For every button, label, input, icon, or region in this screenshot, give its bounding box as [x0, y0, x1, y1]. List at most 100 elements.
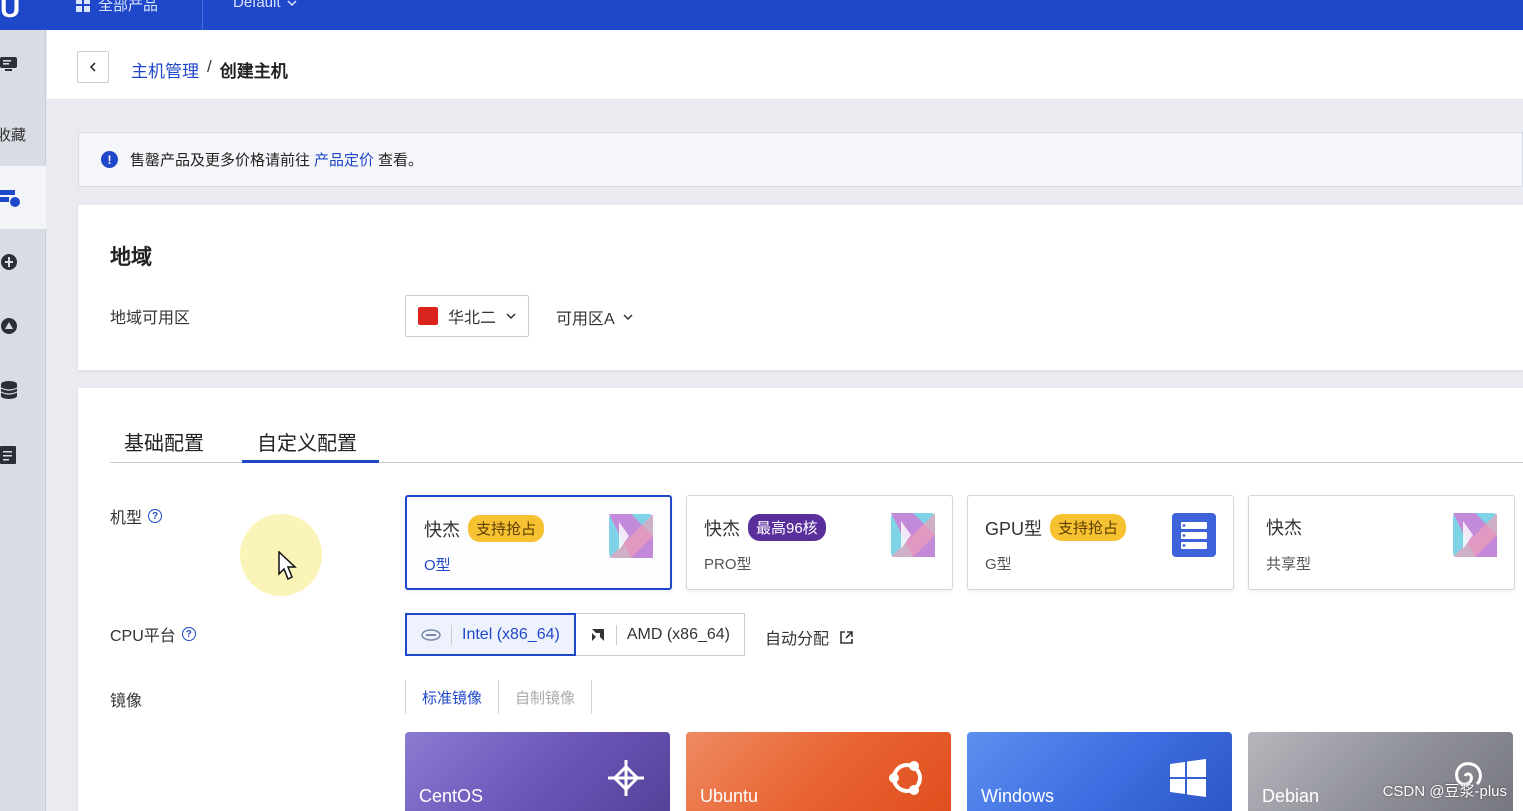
os-name: Debian [1262, 786, 1320, 806]
kuaijie-logo-icon [891, 513, 935, 557]
machine-type-option-gpu[interactable]: GPU型 支持抢占 G型 [967, 495, 1234, 590]
tab-standard-image[interactable]: 标准镜像 [405, 680, 498, 714]
cpu-option-amd[interactable]: AMD (x86_64) [575, 613, 745, 656]
breadcrumb: 主机管理 / 创建主机 [131, 57, 288, 82]
windows-logo-icon [1170, 759, 1206, 797]
notice-suffix: 查看。 [378, 152, 424, 169]
server-cloud-icon [0, 189, 20, 207]
config-tabs: 基础配置 自定义配置 [110, 423, 1523, 463]
watermark: CSDN @豆浆-plus [1382, 783, 1507, 800]
disk-icon [1, 318, 17, 334]
region-value: 华北二 [448, 310, 497, 327]
mouse-cursor-icon [278, 551, 297, 581]
amd-logo-icon [591, 628, 604, 641]
china-flag-icon [418, 307, 438, 325]
pricing-notice: ! 售罄产品及更多价格请前往 产品定价 查看。 [78, 132, 1523, 187]
ubuntu-logo-icon [889, 761, 922, 795]
sidebar-item-network[interactable] [0, 242, 46, 282]
tab-custom-image[interactable]: 自制镜像 [498, 680, 593, 714]
machine-type-badge: 最高96核 [748, 514, 826, 541]
cpu-auto-assign[interactable]: 自动分配 [765, 625, 854, 649]
chevron-down-icon [506, 313, 516, 319]
region-card: 地域 地域可用区 华北二 可用区A [78, 205, 1523, 370]
machine-type-sub: G型 [985, 556, 1012, 573]
back-button[interactable] [77, 51, 109, 83]
cpu-auto-label: 自动分配 [765, 631, 830, 648]
machine-type-name: 快杰 最高96核 [704, 514, 826, 541]
external-link-icon [840, 630, 853, 644]
breadcrumb-separator: / [207, 57, 212, 76]
os-name: Windows [981, 786, 1055, 806]
os-option-centos[interactable]: CentOS [405, 732, 670, 811]
cpu-platform-group: Intel (x86_64) AMD (x86_64) [405, 613, 745, 656]
gpu-server-icon [1172, 513, 1216, 557]
notice-prefix: 售罄产品及更多价格请前往 [130, 152, 311, 169]
project-selector[interactable]: Default [233, 0, 297, 11]
machine-type-name-text: 快杰 [704, 518, 740, 539]
breadcrumb-current: 创建主机 [219, 62, 288, 81]
image-label: 镜像 [110, 693, 143, 710]
monitor-icon [0, 57, 17, 71]
pricing-link[interactable]: 产品定价 [314, 149, 374, 170]
machine-type-option-o[interactable]: 快杰 支持抢占 O型 [405, 495, 672, 590]
cpu-platform-label: CPU平台 ? [110, 622, 196, 646]
project-label: Default [233, 0, 281, 11]
sidebar-item-favorites[interactable]: 收藏 [0, 124, 26, 145]
left-sidebar: 收藏 [0, 30, 46, 811]
os-name: Ubuntu [700, 786, 759, 806]
sidebar-item-storage[interactable] [0, 306, 46, 346]
all-products-label: 全部产品 [98, 0, 159, 14]
intel-logo-icon [421, 628, 441, 641]
brand-logo[interactable]: U [0, 0, 20, 24]
breadcrumb-host-management[interactable]: 主机管理 [131, 57, 199, 82]
chevron-down-icon [287, 0, 297, 6]
os-option-windows[interactable]: Windows [967, 732, 1232, 811]
all-products-menu[interactable]: 全部产品 [76, 0, 158, 15]
machine-type-option-shared[interactable]: 快杰 共享型 [1248, 495, 1515, 590]
page-header: 主机管理 / 创建主机 [47, 30, 1523, 100]
help-icon[interactable]: ? [181, 627, 196, 641]
machine-type-sub: O型 [424, 557, 451, 574]
info-icon: ! [101, 151, 118, 168]
sidebar-item-docs[interactable] [0, 435, 46, 475]
machine-type-label-text: 机型 [110, 510, 143, 527]
config-card: 基础配置 自定义配置 机型 ? 快杰 支持抢占 O型 快杰 最高96核 PRO型… [78, 388, 1523, 811]
region-select[interactable]: 华北二 [405, 295, 530, 337]
os-option-ubuntu[interactable]: Ubuntu [686, 732, 951, 811]
machine-type-badge: 支持抢占 [1050, 514, 1127, 541]
image-type-tabs: 标准镜像 自制镜像 [405, 680, 593, 714]
database-icon [0, 381, 18, 399]
topbar-divider [202, 0, 203, 30]
sidebar-item-hosts[interactable] [0, 166, 46, 229]
kuaijie-logo-icon [609, 514, 653, 558]
kuaijie-logo-icon [1453, 513, 1497, 557]
centos-logo-icon [608, 760, 644, 796]
chevron-down-icon [623, 314, 633, 320]
active-tab-indicator [242, 460, 379, 463]
tab-custom-config[interactable]: 自定义配置 [257, 427, 357, 456]
region-section-title: 地域 [110, 246, 152, 269]
cpu-option-separator [615, 624, 617, 645]
cpu-platform-label-text: CPU平台 [110, 628, 176, 645]
top-nav-bar: U 全部产品 Default [0, 0, 1523, 30]
tab-basic-config[interactable]: 基础配置 [124, 427, 204, 456]
cpu-option-intel-label: Intel (x86_64) [462, 625, 560, 643]
cpu-option-intel[interactable]: Intel (x86_64) [405, 613, 576, 656]
os-name: CentOS [419, 786, 484, 806]
machine-type-name-text: 快杰 [1266, 518, 1302, 538]
document-icon [0, 446, 16, 464]
help-icon[interactable]: ? [148, 509, 163, 523]
sidebar-item-monitor[interactable] [0, 44, 46, 84]
grid-icon [76, 0, 90, 12]
cpu-option-amd-label: AMD (x86_64) [626, 625, 730, 643]
machine-type-label: 机型 ? [110, 504, 163, 528]
machine-type-name: 快杰 [1266, 514, 1302, 540]
chevron-left-icon [89, 62, 96, 72]
machine-type-option-pro[interactable]: 快杰 最高96核 PRO型 [686, 495, 953, 590]
sidebar-item-database[interactable] [0, 370, 46, 410]
zone-select[interactable]: 可用区A [556, 305, 633, 329]
region-zone-label: 地域可用区 [110, 310, 191, 327]
cpu-option-separator [451, 624, 452, 645]
machine-type-name-text: 快杰 [424, 519, 460, 540]
machine-type-name-text: GPU型 [985, 518, 1043, 539]
